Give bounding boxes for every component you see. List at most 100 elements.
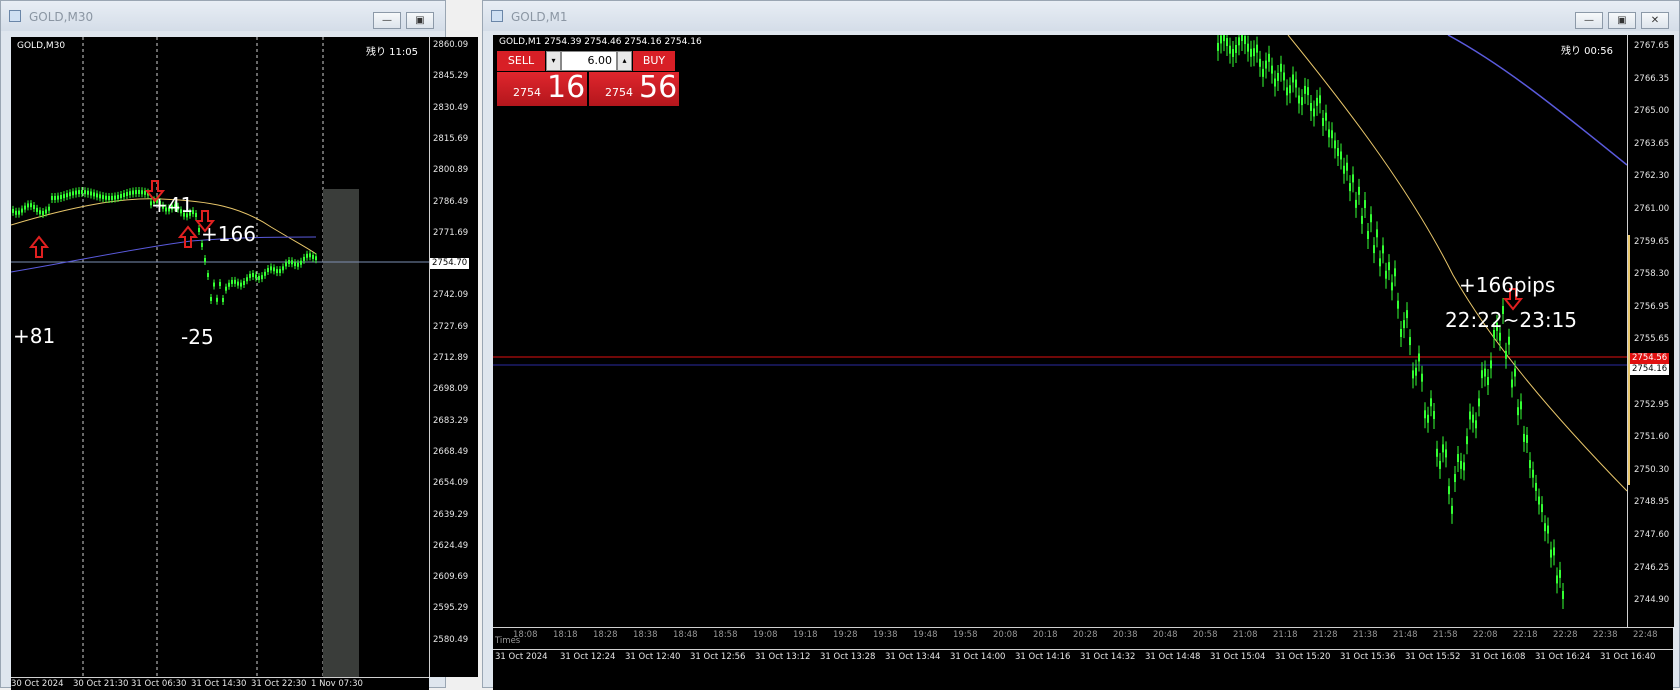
candle-body (126, 192, 128, 197)
ticker-time: 22:38 (1593, 630, 1618, 640)
time-label: 31 Oct 2024 (495, 652, 548, 662)
price-label: 2668.49 (433, 446, 469, 457)
candle-body (114, 195, 116, 200)
candle-body (1238, 37, 1240, 46)
left-remaining-time: 残り 11:05 (366, 47, 418, 58)
ticker-time: 20:38 (1113, 630, 1138, 640)
candle-body (1526, 434, 1528, 443)
candle-body (309, 253, 311, 258)
candle-body (1382, 245, 1384, 254)
sell-button[interactable]: SELL (497, 51, 545, 71)
candle-body (204, 258, 206, 262)
price-label: 2756.95 (1634, 301, 1670, 312)
buy-button[interactable]: BUY (633, 51, 675, 71)
ticker-time: 20:08 (993, 630, 1018, 640)
candle-body (1406, 310, 1408, 319)
candle-body (1217, 42, 1219, 51)
buy-price-box[interactable]: 2754 56 (589, 70, 679, 106)
candle-body (1514, 368, 1516, 377)
minimize-button[interactable]: — (1575, 12, 1603, 29)
left-price-axis[interactable]: 2860.09 2845.29 2830.49 2815.69 2800.89 2786.… (429, 37, 478, 677)
price-label: 2750.30 (1634, 464, 1670, 475)
candle-body (1274, 78, 1276, 87)
candle-body (1430, 398, 1432, 407)
candle-body (312, 254, 314, 259)
ticker-time: 21:58 (1433, 630, 1458, 640)
time-label: 31 Oct 13:28 (820, 652, 876, 662)
candle-body (1547, 525, 1549, 534)
candle-body (252, 273, 254, 278)
price-label: 2845.29 (433, 71, 469, 82)
sell-price-pips: 16 (547, 70, 586, 105)
candle-body (1517, 407, 1519, 416)
candle-body (243, 280, 245, 285)
right-chart-area[interactable]: GOLD,M1 2754.39 2754.46 2754.16 2754.16 … (493, 35, 1627, 627)
candle-body (45, 209, 47, 214)
price-label: 2755.65 (1634, 334, 1670, 345)
close-button[interactable]: ✕ (1641, 12, 1669, 29)
lot-decrease-button[interactable]: ▾ (546, 51, 561, 71)
candle-body (93, 192, 95, 197)
right-titlebar[interactable]: GOLD,M1 — ▣ ✕ (483, 1, 1679, 31)
candle-body (1445, 449, 1447, 458)
sell-price-box[interactable]: 2754 16 (497, 70, 587, 106)
candle-body (24, 205, 26, 210)
left-chart-area[interactable]: GOLD,M30 残り 11:05 +41 +166 +81 -25 (11, 37, 429, 677)
candle-body (222, 297, 224, 302)
candle-body (33, 204, 35, 209)
candle-body (267, 268, 269, 273)
candle-body (1268, 53, 1270, 62)
left-titlebar[interactable]: GOLD,M30 — ▣ (1, 1, 445, 31)
candle-body (1304, 85, 1306, 94)
candle-body (1331, 130, 1333, 139)
minimize-button[interactable]: — (373, 12, 401, 29)
right-price-axis[interactable]: 2767.65 2766.35 2765.00 2763.65 2762.30 2761.… (1627, 35, 1674, 641)
candle-body (129, 191, 131, 196)
candle-body (102, 195, 104, 200)
candle-body (264, 271, 266, 276)
candle-body (1364, 200, 1366, 209)
candle-body (1301, 97, 1303, 106)
ticker-time: 18:58 (713, 630, 738, 640)
candle-body (1271, 65, 1273, 74)
candle-body (1529, 460, 1531, 469)
candle-body (1559, 569, 1561, 578)
left-chart-canvas (11, 37, 429, 677)
left-symbol-label: GOLD,M30 (17, 41, 66, 51)
candle-body (1325, 112, 1327, 121)
buy-arrow-icon (177, 225, 199, 248)
maximize-button[interactable]: ▣ (1608, 12, 1636, 29)
candle-body (1436, 448, 1438, 457)
ticker-time: 19:58 (953, 630, 978, 640)
lot-size-input[interactable]: 6.00 (561, 51, 617, 71)
candle-body (48, 206, 50, 211)
candle-body (1454, 474, 1456, 483)
candle-body (66, 193, 68, 198)
ticker-time: 19:48 (913, 630, 938, 640)
candle-body (1397, 300, 1399, 309)
candle-body (1484, 368, 1486, 377)
candle-body (1511, 379, 1513, 388)
candle-body (63, 194, 65, 199)
candle-body (294, 262, 296, 267)
candle-body (1541, 504, 1543, 513)
candle-body (1379, 258, 1381, 267)
price-label: 2761.00 (1634, 204, 1670, 214)
price-label: 2580.49 (433, 634, 469, 645)
candle-body (1346, 162, 1348, 171)
candle-body (39, 210, 41, 215)
candle-body (1499, 332, 1501, 341)
candle-body (255, 274, 257, 279)
maximize-button[interactable]: ▣ (406, 12, 434, 29)
price-label: 2758.30 (1634, 269, 1670, 280)
candle-body (1544, 523, 1546, 532)
candle-body (1442, 444, 1444, 453)
right-window-title: GOLD,M1 (511, 10, 568, 24)
candle-body (288, 259, 290, 264)
lot-increase-button[interactable]: ▴ (617, 51, 632, 71)
time-label: 31 Oct 12:56 (690, 652, 746, 662)
candle-body (60, 194, 62, 199)
candle-body (1562, 591, 1564, 599)
candle-body (132, 190, 134, 195)
price-label: 2595.29 (433, 603, 469, 614)
